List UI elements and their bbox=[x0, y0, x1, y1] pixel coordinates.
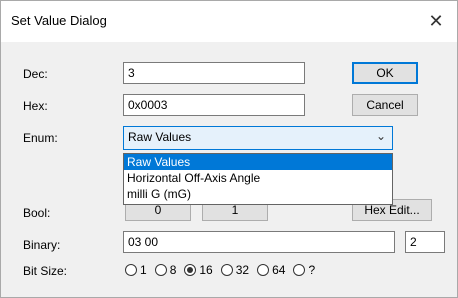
binary-length-field[interactable]: 2 bbox=[405, 231, 445, 253]
dialog-title: Set Value Dialog bbox=[11, 13, 107, 28]
bitsize-radio-32[interactable]: 32 bbox=[220, 263, 249, 277]
enum-label: Enum: bbox=[23, 131, 58, 145]
cancel-button[interactable]: Cancel bbox=[352, 94, 418, 116]
enum-select[interactable]: Raw Values ⌄ bbox=[123, 126, 393, 150]
set-value-dialog: Set Value Dialog ✕ Dec: 3 OK Hex: 0x0003… bbox=[0, 0, 458, 298]
bitsize-radio-64[interactable]: 64 bbox=[257, 263, 285, 277]
enum-option[interactable]: milli G (mG) bbox=[124, 186, 392, 202]
close-icon[interactable]: ✕ bbox=[421, 7, 451, 35]
enum-option[interactable]: Raw Values bbox=[124, 154, 392, 170]
dec-field[interactable]: 3 bbox=[123, 62, 305, 84]
hex-label: Hex: bbox=[23, 99, 48, 113]
enum-dropdown-list: Raw Values Horizontal Off-Axis Angle mil… bbox=[123, 153, 393, 205]
bitsize-radio-1[interactable]: 1 bbox=[125, 263, 147, 277]
bitsize-label: Bit Size: bbox=[23, 264, 68, 278]
bitsize-radio-unknown[interactable]: ? bbox=[293, 263, 315, 277]
hex-field[interactable]: 0x0003 bbox=[123, 94, 305, 116]
ok-button[interactable]: OK bbox=[352, 62, 418, 84]
enum-selected-value: Raw Values bbox=[128, 130, 192, 144]
title-bar: Set Value Dialog ✕ bbox=[1, 1, 457, 42]
bitsize-radio-8[interactable]: 8 bbox=[154, 263, 176, 277]
dec-label: Dec: bbox=[23, 67, 48, 81]
chevron-down-icon: ⌄ bbox=[375, 129, 386, 143]
binary-field[interactable]: 03 00 bbox=[123, 231, 395, 253]
bitsize-radio-16[interactable]: 16 bbox=[184, 263, 213, 277]
enum-option[interactable]: Horizontal Off-Axis Angle bbox=[124, 170, 392, 186]
bool-label: Bool: bbox=[23, 206, 51, 220]
binary-label: Binary: bbox=[23, 238, 61, 252]
bitsize-radio-group: 1 8 16 32 64 ? bbox=[125, 263, 323, 277]
